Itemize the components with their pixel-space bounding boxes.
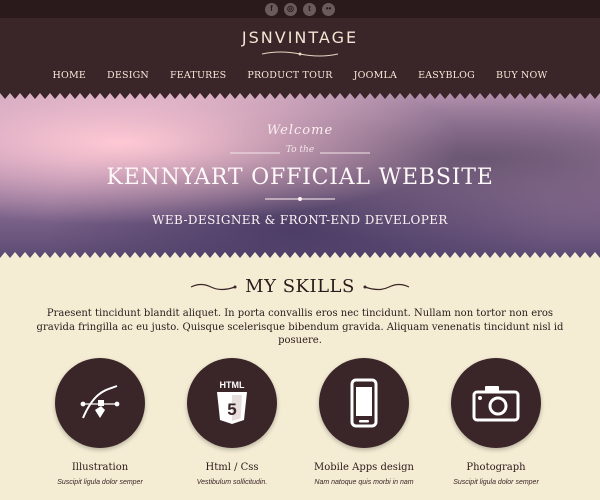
nav-easyblog[interactable]: EASYBLOG	[418, 70, 475, 81]
skill-desc: Nam natoque quis morbi in nam	[314, 479, 414, 486]
social-bar: f ◎ t ••	[0, 0, 600, 18]
skill-desc: Suscipit ligula dolor semper	[57, 479, 143, 486]
skill-name: Html / Css	[205, 462, 259, 473]
facebook-icon[interactable]: f	[265, 2, 278, 16]
skill-photograph: Photograph Suscipit ligula dolor semper	[430, 358, 562, 486]
nav-product-tour[interactable]: PRODUCT TOUR	[247, 70, 332, 81]
site-header: JSNVINTAGE HOME DESIGN FEATURES PRODUCT …	[0, 18, 600, 93]
right-ornament	[363, 283, 410, 290]
skill-name: Photograph	[466, 462, 526, 473]
html5-icon[interactable]: HTML 5	[187, 358, 277, 448]
skill-mobile: Mobile Apps design Nam natoque quis morb…	[298, 358, 430, 486]
skill-html-css: HTML 5 Html / Css Vestibulum sollicitudi…	[166, 358, 298, 486]
flickr-icon[interactable]: ••	[322, 2, 335, 16]
hero-zigzag-top	[0, 93, 600, 99]
hero-subtitle: WEB-DESIGNER & FRONT-END DEVELOPER	[152, 213, 448, 227]
nav-joomla[interactable]: JOOMLA	[354, 70, 397, 81]
smartphone-icon[interactable]	[319, 358, 409, 448]
hero-zigzag-bottom	[0, 252, 600, 258]
skill-desc: Suscipit ligula dolor semper	[453, 479, 539, 486]
bezier-pen-icon[interactable]	[55, 358, 145, 448]
skills-title: MY SKILLS	[245, 276, 355, 297]
skill-name: Mobile Apps design	[314, 462, 414, 473]
logo-ornament	[261, 51, 339, 57]
skills-header: MY SKILLS	[0, 276, 600, 297]
nav-design[interactable]: DESIGN	[107, 70, 149, 81]
svg-text:5: 5	[227, 400, 236, 419]
hero-banner: Welcome To the KENNYART OFFICIAL WEBSITE…	[0, 93, 600, 258]
skill-name: Illustration	[71, 462, 129, 473]
nav-home[interactable]: HOME	[52, 70, 86, 81]
nav-features[interactable]: FEATURES	[170, 70, 226, 81]
tumblr-icon[interactable]: t	[303, 2, 316, 16]
left-ornament	[190, 283, 237, 290]
svg-text:HTML: HTML	[220, 380, 245, 390]
hero-title: KENNYART OFFICIAL WEBSITE	[106, 165, 494, 190]
skill-desc: Vestibulum sollicitudin.	[196, 479, 268, 486]
skill-illustration: Illustration Suscipit ligula dolor sempe…	[34, 358, 166, 486]
hero-welcome: Welcome	[266, 123, 334, 138]
site-logo[interactable]: JSNVINTAGE	[0, 28, 600, 47]
nav-buy-now[interactable]: BUY NOW	[496, 70, 548, 81]
camera-icon[interactable]	[451, 358, 541, 448]
hero-tothe: To the	[285, 145, 315, 155]
dribbble-icon[interactable]: ◎	[284, 2, 297, 16]
hero-divider-ornament	[265, 197, 335, 201]
skills-description: Praesent tincidunt blandit aliquet. In p…	[36, 308, 564, 346]
main-nav: HOME DESIGN FEATURES PRODUCT TOUR JOOMLA…	[0, 70, 600, 81]
